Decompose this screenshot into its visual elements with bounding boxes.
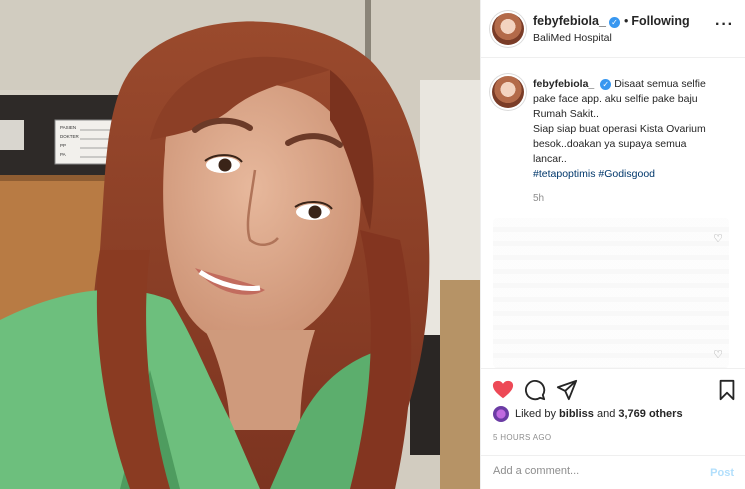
post-header: febyfebiola_ ✓ • Following BaliMed Hospital… bbox=[481, 0, 745, 58]
follow-status-button[interactable]: Following bbox=[631, 14, 689, 28]
share-send-icon[interactable] bbox=[556, 379, 578, 401]
caption-line-3: Rumah Sakit.. bbox=[533, 108, 599, 120]
caption-line-5: besok..doakan ya supaya semua bbox=[533, 138, 687, 150]
author-username[interactable]: febyfebiola_ bbox=[533, 14, 606, 28]
caption-line-4: Siap siap buat operasi Kista Ovarium bbox=[533, 123, 706, 135]
save-bookmark-icon[interactable] bbox=[716, 379, 738, 401]
hashtag-link[interactable]: #tetapoptimis bbox=[533, 168, 595, 180]
like-heart-icon[interactable] bbox=[492, 379, 514, 401]
caption-line-6: lancar.. bbox=[533, 153, 567, 165]
liked-by-and: and bbox=[596, 408, 616, 420]
actions-bar bbox=[481, 368, 745, 408]
comment-like-heart-icon[interactable]: ♡ bbox=[713, 348, 723, 361]
caption-timestamp: 5h bbox=[533, 193, 545, 204]
caption-hashtags: #tetapoptimis #Godisgood bbox=[533, 167, 733, 182]
caption-username[interactable]: febyfebiola_ bbox=[533, 78, 594, 90]
selfie-image: PASIEN DOKTER PP PA bbox=[0, 0, 480, 489]
comment-like-heart-icon[interactable]: ♡ bbox=[713, 232, 723, 245]
board-row-4: PA bbox=[60, 152, 66, 157]
comment-input[interactable] bbox=[493, 465, 693, 477]
post-photo[interactable]: PASIEN DOKTER PP PA bbox=[0, 0, 480, 489]
post-location[interactable]: BaliMed Hospital bbox=[533, 32, 612, 44]
post-comment-button[interactable]: Post bbox=[710, 467, 734, 479]
hashtag-link[interactable]: #Godisgood bbox=[598, 168, 655, 180]
board-row-3: PP bbox=[60, 143, 66, 148]
author-avatar[interactable] bbox=[492, 13, 524, 45]
liker-avatar[interactable] bbox=[493, 406, 509, 422]
board-row-1: PASIEN bbox=[60, 125, 76, 130]
caption-line-1: Disaat semua selfie bbox=[614, 78, 706, 90]
post-side-panel: febyfebiola_ ✓ • Following BaliMed Hospital… bbox=[480, 0, 745, 489]
caption-verified-badge-icon: ✓ bbox=[600, 79, 612, 90]
caption-author-avatar[interactable] bbox=[492, 76, 524, 108]
verified-badge-icon: ✓ bbox=[608, 17, 620, 28]
author-line: febyfebiola_ ✓ • Following bbox=[533, 14, 690, 28]
post-timestamp[interactable]: 5 HOURS AGO bbox=[493, 433, 551, 442]
separator-dot: • bbox=[623, 14, 629, 28]
blurred-comments bbox=[493, 218, 729, 368]
add-comment-bar: Post bbox=[481, 455, 745, 489]
more-options-icon[interactable]: ··· bbox=[715, 16, 734, 34]
board-row-2: DOKTER bbox=[60, 134, 80, 139]
caption-text: febyfebiola_ ✓ Disaat semua selfie pake f… bbox=[533, 77, 733, 182]
comment-bubble-icon[interactable] bbox=[524, 379, 546, 401]
likes-count[interactable]: 3,769 others bbox=[618, 408, 682, 420]
likes-summary: Liked by bibliss and 3,769 others bbox=[493, 406, 683, 422]
caption-line-2: pake face app. aku selfie pake baju bbox=[533, 93, 698, 105]
liked-by-prefix: Liked by bbox=[515, 408, 556, 420]
liked-by-user[interactable]: bibliss bbox=[559, 408, 594, 420]
